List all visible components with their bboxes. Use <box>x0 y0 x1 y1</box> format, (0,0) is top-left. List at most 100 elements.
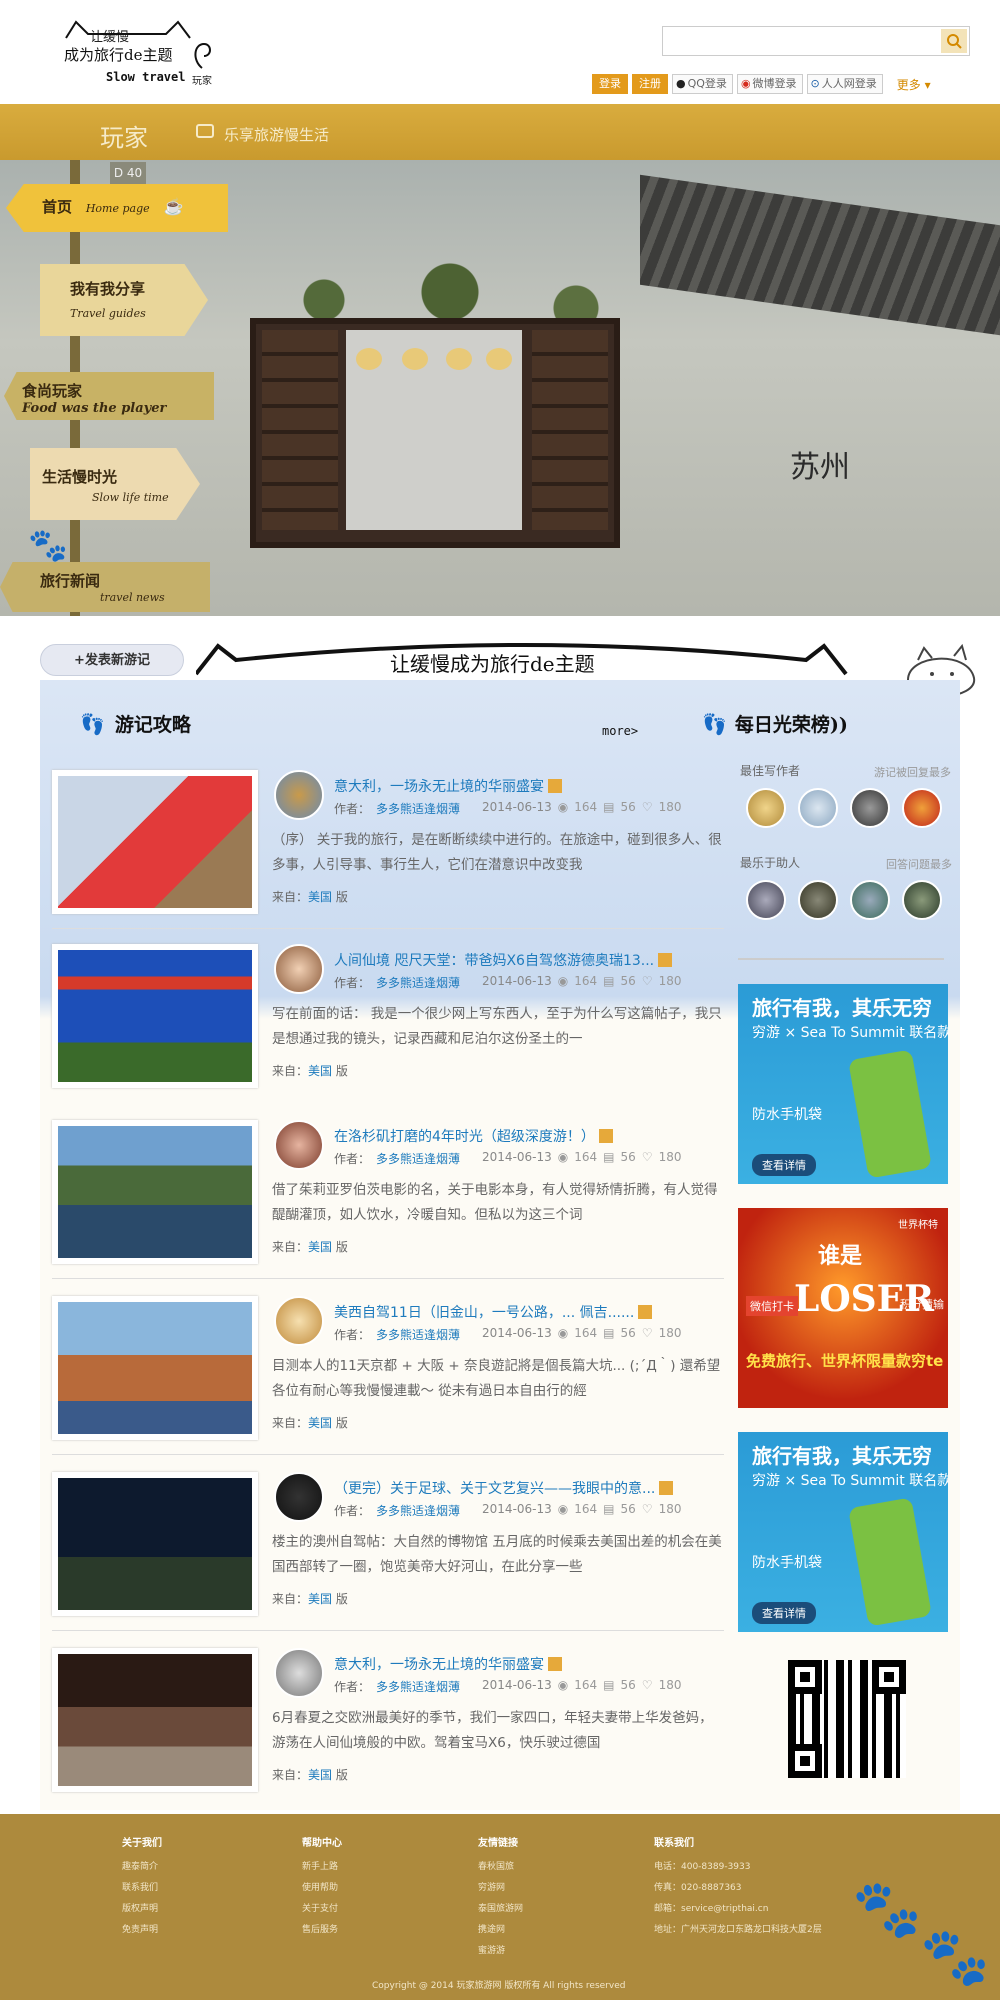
nav-sign-food[interactable]: 食尚玩家 Food was the player <box>4 372 214 420</box>
author-link[interactable]: 多多熊适逢烟薄 <box>376 1326 460 1343</box>
article-excerpt: 楼主的澳州自驾帖：大自然的博物馆 五月底的时候乘去美国出差的机会在美国西部转了一… <box>272 1534 722 1575</box>
login-button[interactable]: 登录 <box>592 74 628 94</box>
author-link[interactable]: 多多熊适逢烟薄 <box>376 1150 460 1167</box>
city-calligraphy: 苏州 <box>790 450 850 485</box>
nav-sign-news[interactable]: 旅行新闻 travel news <box>0 562 210 612</box>
article-item[interactable]: 意大利，一场永无止境的华丽盛宴 作者： 多多熊适逢烟薄 2014-06-13 ◉… <box>52 1648 724 1798</box>
footer-link[interactable]: 联系我们 <box>122 1880 162 1893</box>
author-avatar[interactable] <box>274 1296 324 1346</box>
footer-link[interactable]: 免责声明 <box>122 1922 162 1935</box>
article-thumbnail[interactable] <box>52 1648 258 1792</box>
more-menu[interactable]: 更多 ▾ <box>897 76 931 93</box>
footer-link[interactable]: 关于支付 <box>302 1901 342 1914</box>
footer-link[interactable]: 穷游网 <box>478 1880 523 1893</box>
hero-banner: 苏州 D 40 首页 Home page ☕ 我有我分享 Travel guid… <box>0 160 1000 616</box>
search-input[interactable] <box>667 30 937 52</box>
likes-icon: ♡ <box>641 1502 653 1516</box>
guides-title: 游记攻略 <box>114 714 191 736</box>
ad-banner[interactable]: 世界杯特 谁是 LOSER 微信打卡 积分猜输 免费旅行、世界杯限量款穷te 运… <box>738 1208 948 1408</box>
footer-link[interactable]: 版权声明 <box>122 1901 162 1914</box>
source-version: 版 <box>335 890 348 904</box>
author-label: 作者： <box>334 1152 371 1166</box>
site-logo[interactable]: 让缓慢 成为旅行de主题 Slow travel 玩家 <box>30 20 220 90</box>
article-title[interactable]: 在洛杉矶打磨的4年时光（超级深度游！） <box>334 1126 722 1146</box>
register-button[interactable]: 注册 <box>632 74 668 94</box>
source-country-link[interactable]: 美国 <box>308 1592 332 1606</box>
ranking-avatar[interactable] <box>902 880 942 920</box>
footer-link[interactable]: 使用帮助 <box>302 1880 342 1893</box>
article-title[interactable]: 意大利，一场永无止境的华丽盛宴 <box>334 776 722 796</box>
author-link[interactable]: 多多熊适逢烟薄 <box>376 800 460 817</box>
search-button[interactable] <box>941 29 967 53</box>
source-country-link[interactable]: 美国 <box>308 890 332 904</box>
footer-column-title: 友情链接 <box>478 1838 518 1849</box>
nav-sign-slowlife[interactable]: 生活慢时光 Slow life time <box>30 448 200 520</box>
likes-count: 180 <box>658 974 682 988</box>
source-country-link[interactable]: 美国 <box>308 1240 332 1254</box>
slogan-text: 让缓慢成为旅行de主题 <box>390 652 595 676</box>
article-source: 来自：美国 版 <box>272 1590 348 1607</box>
source-label: 来自： <box>272 890 309 904</box>
author-link[interactable]: 多多熊适逢烟薄 <box>376 1678 460 1695</box>
article-thumbnail[interactable] <box>52 770 258 914</box>
footer-link[interactable]: 售后服务 <box>302 1922 342 1935</box>
author-label: 作者： <box>334 1328 371 1342</box>
article-thumbnail[interactable] <box>52 1472 258 1616</box>
ad-banner[interactable]: 旅行有我，其乐无穷 穷游 × Sea To Summit 联名款 防水手机袋 查… <box>738 984 948 1184</box>
article-title[interactable]: 美西自驾11日（旧金山，一号公路，... 佩吉...... <box>334 1302 722 1322</box>
ranking-avatar[interactable] <box>902 788 942 828</box>
footer-contact-email[interactable]: 邮箱：service@tripthai.cn <box>654 1901 822 1914</box>
author-avatar[interactable] <box>274 770 324 820</box>
article-item[interactable]: 人间仙境 咫尺天堂：带爸妈X6自驾悠游德奥瑞13... 作者： 多多熊适逢烟薄 … <box>52 944 724 1094</box>
article-item[interactable]: （更完）关于足球、关于文艺复兴——我眼中的意... 作者： 多多熊适逢烟薄 20… <box>52 1472 724 1622</box>
article-thumbnail[interactable] <box>52 944 258 1088</box>
footer-link[interactable]: 趣泰简介 <box>122 1859 162 1872</box>
author-avatar[interactable] <box>274 944 324 994</box>
ad-detail-button[interactable]: 查看详情 <box>752 1154 816 1176</box>
article-title[interactable]: 人间仙境 咫尺天堂：带爸妈X6自驾悠游德奥瑞13... <box>334 950 722 970</box>
ranking-avatar[interactable] <box>850 788 890 828</box>
source-country-link[interactable]: 美国 <box>308 1768 332 1782</box>
ad-detail-button[interactable]: 查看详情 <box>752 1602 816 1624</box>
article-title[interactable]: （更完）关于足球、关于文艺复兴——我眼中的意... <box>334 1478 722 1498</box>
renren-login-button[interactable]: ⊙ 人人网登录 <box>806 74 883 94</box>
views-icon: ◉ <box>557 1678 569 1692</box>
cat-ears-icon <box>65 20 191 39</box>
ranking-avatar[interactable] <box>850 880 890 920</box>
post-travelogue-button[interactable]: +发表新游记 <box>40 644 184 676</box>
article-thumbnail[interactable] <box>52 1120 258 1264</box>
weibo-login-button[interactable]: ◉ 微博登录 <box>736 74 803 94</box>
nav-sign-home[interactable]: 首页 Home page ☕ <box>6 184 228 232</box>
footer-link[interactable]: 春秋国旅 <box>478 1859 523 1872</box>
author-avatar[interactable] <box>274 1648 324 1698</box>
ranking-avatar[interactable] <box>798 880 838 920</box>
author-link[interactable]: 多多熊适逢烟薄 <box>376 1502 460 1519</box>
footer-link[interactable]: 携途网 <box>478 1922 523 1935</box>
phone-pouch-icon <box>848 1049 932 1179</box>
author-avatar[interactable] <box>274 1472 324 1522</box>
article-title[interactable]: 意大利，一场永无止境的华丽盛宴 <box>334 1654 722 1674</box>
logo-line-2: 成为旅行de主题 <box>64 46 173 64</box>
ad-banner[interactable]: 旅行有我，其乐无穷 穷游 × Sea To Summit 联名款 防水手机袋 查… <box>738 1432 948 1632</box>
ranking-avatar[interactable] <box>746 880 786 920</box>
medal-icon <box>548 779 562 793</box>
ranking-avatar[interactable] <box>798 788 838 828</box>
article-item[interactable]: 意大利，一场永无止境的华丽盛宴 作者： 多多熊适逢烟薄 2014-06-13 ◉… <box>52 770 724 920</box>
article-source: 来自：美国 版 <box>272 1062 348 1079</box>
footer-link[interactable]: 蜜游游 <box>478 1943 523 1956</box>
article-thumbnail[interactable] <box>52 1296 258 1440</box>
author-avatar[interactable] <box>274 1120 324 1170</box>
article-item[interactable]: 在洛杉矶打磨的4年时光（超级深度游！） 作者： 多多熊适逢烟薄 2014-06-… <box>52 1120 724 1270</box>
guides-more-link[interactable]: more> <box>602 724 638 738</box>
footer-link[interactable]: 泰国旅游网 <box>478 1901 523 1914</box>
source-country-link[interactable]: 美国 <box>308 1416 332 1430</box>
source-country-link[interactable]: 美国 <box>308 1064 332 1078</box>
qq-login-button[interactable]: ● QQ登录 <box>672 74 733 94</box>
source-version: 版 <box>335 1240 348 1254</box>
nav-sign-share[interactable]: 我有我分享 Travel guides <box>40 264 208 336</box>
ranking-avatar[interactable] <box>746 788 786 828</box>
author-link[interactable]: 多多熊适逢烟薄 <box>376 974 460 991</box>
footer-link[interactable]: 新手上路 <box>302 1859 342 1872</box>
article-item[interactable]: 美西自驾11日（旧金山，一号公路，... 佩吉...... 作者： 多多熊适逢烟… <box>52 1296 724 1446</box>
article-meta: 作者： 多多熊适逢烟薄 2014-06-13 ◉ 164 ▤ 56 ♡ 180 <box>334 1150 681 1167</box>
